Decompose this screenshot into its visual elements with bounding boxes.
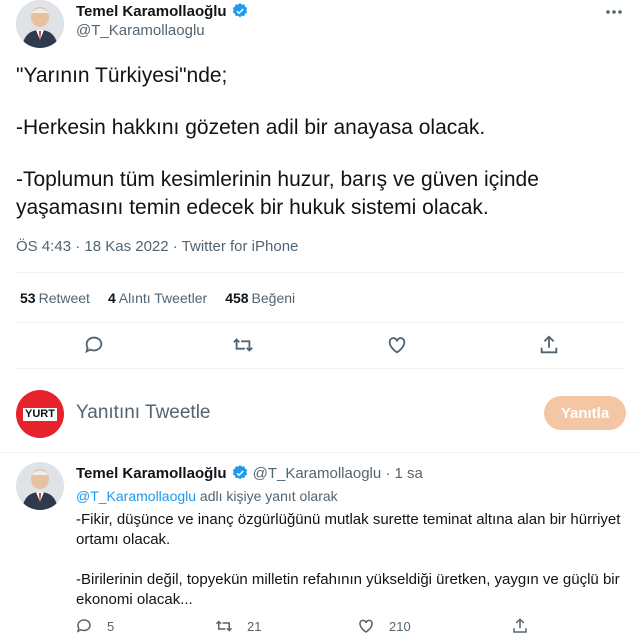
reply-text: -Fikir, düşünce ve inanç özgürlüğünü mut… <box>76 510 626 610</box>
reply-author-name[interactable]: Temel Karamollaoğlu <box>76 465 227 482</box>
reply-like-action[interactable]: 210 <box>357 617 411 635</box>
reply-composer: YURT Yanıtını Tweetle Yanıtla <box>0 380 642 448</box>
verified-badge-icon <box>231 2 249 20</box>
quote-stat-label: Alıntı Tweetler <box>118 290 208 306</box>
reply-author-avatar[interactable] <box>16 462 64 510</box>
reply-author-row: Temel Karamollaoğlu @T_Karamollaoglu · 1… <box>76 464 423 482</box>
like-count: 458 <box>225 290 249 306</box>
reply-submit-button[interactable]: Yanıtla <box>544 396 626 430</box>
retweet-stat[interactable]: 53 Retweet <box>20 290 90 306</box>
reply-icon[interactable] <box>83 334 105 356</box>
reply-paragraph: -Birilerinin değil, topyekün milletin re… <box>76 571 620 608</box>
like-icon[interactable] <box>386 334 408 356</box>
reply-paragraph: -Fikir, düşünce ve inanç özgürlüğünü mut… <box>76 511 621 548</box>
share-icon <box>513 618 527 633</box>
divider <box>16 368 626 369</box>
tweet-meta[interactable]: ÖS 4:43 · 18 Kas 2022 · Twitter for iPho… <box>16 238 298 255</box>
share-icon[interactable] <box>538 334 560 356</box>
retweet-stat-label: Retweet <box>38 290 90 306</box>
retweet-count: 53 <box>20 290 36 306</box>
reply-input[interactable]: Yanıtını Tweetle <box>76 402 211 424</box>
more-options-icon[interactable] <box>602 2 626 22</box>
reply-actions: 5 21 210 <box>0 617 642 639</box>
tweet-line: -Toplumun tüm kesimlerinin huzur, barış … <box>16 168 539 219</box>
author-name-row: Temel Karamollaoğlu <box>76 2 249 20</box>
tweet-line: "Yarının Türkiyesi"nde; <box>16 64 228 87</box>
reply-count: 5 <box>107 618 115 634</box>
tweet-text: "Yarının Türkiyesi"nde; -Herkesin hakkın… <box>16 62 616 222</box>
reply-reply-action[interactable]: 5 <box>75 617 114 635</box>
like-stat-label: Beğeni <box>251 290 296 306</box>
tweet-line: -Herkesin hakkını gözeten adil bir anaya… <box>16 116 486 139</box>
reply-retweet-action[interactable]: 21 <box>215 617 261 635</box>
composer-avatar[interactable]: YURT <box>16 390 64 438</box>
quote-count: 4 <box>107 290 116 306</box>
author-name[interactable]: Temel Karamollaoğlu <box>76 3 227 20</box>
reply-icon <box>76 619 91 633</box>
retweet-count: 21 <box>247 618 262 634</box>
reply-to-line: @T_Karamollaoglu adlı kişiye yanıt olara… <box>76 488 338 504</box>
author-handle[interactable]: @T_Karamollaoglu <box>76 22 205 39</box>
like-count: 210 <box>389 618 411 634</box>
retweet-icon[interactable] <box>232 334 254 356</box>
divider <box>16 272 626 273</box>
divider <box>0 452 642 453</box>
like-icon <box>359 619 373 633</box>
reply-handle-time[interactable]: @T_Karamollaoglu · 1 sa <box>253 465 423 482</box>
divider <box>16 322 626 323</box>
composer-avatar-text: YURT <box>23 407 57 421</box>
reply-mention-link[interactable]: @T_Karamollaoglu <box>76 488 196 504</box>
tweet-actions <box>0 334 642 358</box>
tweet-stats: 53 Retweet 4 Alıntı Tweetler 458 Beğeni <box>20 290 295 306</box>
reply-share-action[interactable] <box>511 617 529 635</box>
verified-badge-icon <box>231 464 249 482</box>
retweet-icon <box>215 620 233 632</box>
reply-to-suffix: adlı kişiye yanıt olarak <box>196 488 338 504</box>
like-stat[interactable]: 458 Beğeni <box>225 290 295 306</box>
quote-stat[interactable]: 4 Alıntı Tweetler <box>108 290 207 306</box>
author-avatar[interactable] <box>16 0 64 48</box>
